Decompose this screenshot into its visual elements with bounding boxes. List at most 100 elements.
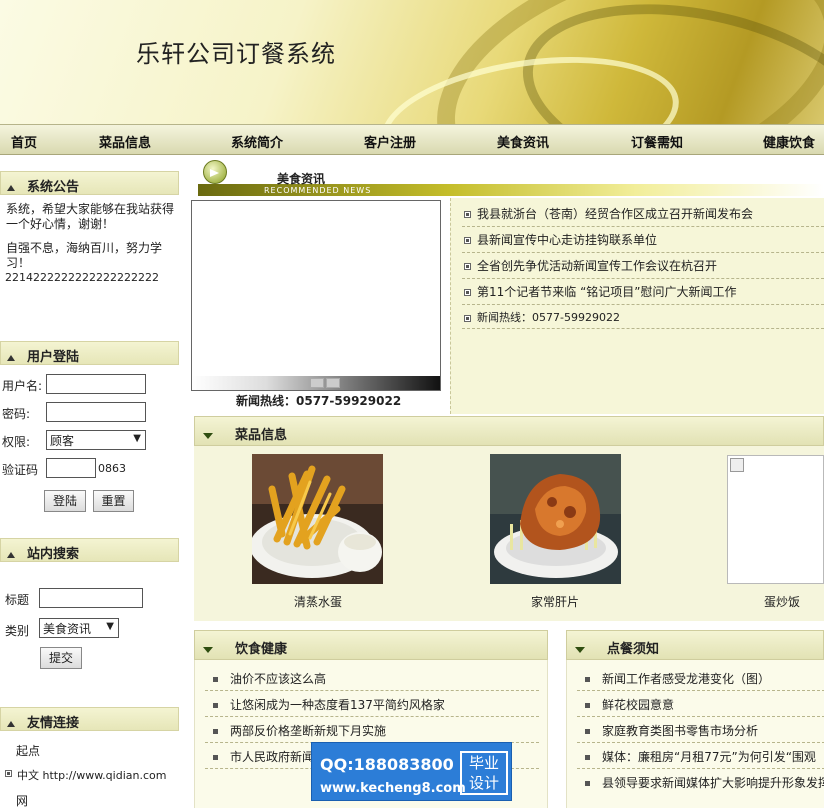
news-slideshow[interactable] bbox=[191, 200, 441, 391]
username-input[interactable] bbox=[46, 374, 146, 394]
health-item[interactable]: 两部反价格垄断新规下月实施 bbox=[213, 722, 386, 739]
search-title: 站内搜索 bbox=[27, 547, 80, 562]
bullet-icon bbox=[213, 729, 218, 734]
divider bbox=[462, 226, 824, 227]
order-notice-item[interactable]: 新闻工作者感受龙港变化（图） bbox=[585, 670, 770, 687]
captcha-input[interactable] bbox=[46, 458, 96, 478]
notice-header: 系统公告 bbox=[0, 171, 179, 195]
site-title: 乐轩公司订餐系统 bbox=[136, 40, 336, 68]
bullet-icon bbox=[213, 703, 218, 708]
order-notice-item[interactable]: 鲜花校园意意 bbox=[585, 696, 674, 713]
bullet-icon bbox=[585, 729, 590, 734]
divider bbox=[577, 690, 824, 691]
health-item[interactable]: 让悠闲成为一种态度看137平简约风格家 bbox=[213, 696, 445, 713]
news-item[interactable]: 新闻热线：0577-59929022 bbox=[464, 309, 620, 325]
login-button[interactable]: 登陆 bbox=[44, 490, 86, 512]
watermark-site: www.kecheng8.com bbox=[320, 781, 466, 796]
bullet-icon bbox=[585, 755, 590, 760]
bullet-icon bbox=[464, 211, 471, 218]
nav-home[interactable]: 首页 bbox=[11, 132, 37, 151]
search-category-value: 美食资讯 bbox=[43, 622, 92, 636]
nav-about[interactable]: 系统简介 bbox=[231, 132, 283, 151]
divider bbox=[205, 716, 539, 717]
order-notice-title: 点餐须知 bbox=[607, 642, 660, 657]
dish-image[interactable] bbox=[252, 454, 383, 584]
header-banner: 乐轩公司订餐系统 bbox=[0, 0, 824, 124]
username-label: 用户名: bbox=[2, 379, 43, 393]
notice-title: 系统公告 bbox=[27, 180, 80, 195]
order-notice-item[interactable]: 家庭教育类图书零售市场分析 bbox=[585, 722, 758, 739]
divider bbox=[577, 716, 824, 717]
health-header: 饮食健康 bbox=[194, 630, 548, 660]
nav-register[interactable]: 客户注册 bbox=[364, 132, 416, 151]
news-item[interactable]: 全省创先争优活动新闻宣传工作会议在杭召开 bbox=[464, 257, 717, 274]
nav-food-news[interactable]: 美食资讯 bbox=[497, 132, 549, 151]
links-title: 友情连接 bbox=[27, 716, 80, 731]
dishes-header: 菜品信息 bbox=[194, 416, 824, 446]
divider bbox=[577, 768, 824, 769]
triangle-up-icon bbox=[7, 720, 15, 727]
play-arrow-icon bbox=[203, 160, 227, 184]
divider bbox=[462, 252, 824, 253]
bullet-icon bbox=[464, 263, 471, 270]
news-hotline: 新闻热线：0577-59929022 bbox=[236, 394, 402, 408]
link-item[interactable]: 中文 http://www.qidian.com bbox=[17, 767, 166, 783]
search-submit-button[interactable]: 提交 bbox=[40, 647, 82, 669]
divider bbox=[462, 328, 824, 329]
dropdown-arrow-icon: ▼ bbox=[106, 621, 114, 632]
dish-name[interactable]: 清蒸水蛋 bbox=[248, 593, 388, 610]
health-item[interactable]: 油价不应该这么高 bbox=[213, 670, 326, 687]
watermark-tag: 毕业 设计 bbox=[460, 751, 508, 795]
triangle-up-icon bbox=[7, 354, 15, 361]
news-item[interactable]: 县新闻宣传中心走访挂钩联系单位 bbox=[464, 231, 657, 248]
slide-dot[interactable] bbox=[310, 378, 324, 388]
bullet-icon bbox=[464, 314, 471, 322]
slide-dot[interactable] bbox=[326, 378, 340, 388]
role-select-value: 顾客 bbox=[50, 434, 75, 448]
watermark-qq: QQ:188083800 bbox=[320, 755, 454, 774]
role-label: 权限: bbox=[2, 435, 31, 449]
news-section-subtitle: RECOMMENDED NEWS bbox=[264, 186, 372, 195]
search-title-input[interactable] bbox=[39, 588, 143, 608]
health-title: 饮食健康 bbox=[235, 642, 288, 657]
news-item[interactable]: 第11个记者节来临 “铭记项目”慰问广大新闻工作 bbox=[464, 283, 737, 300]
password-input[interactable] bbox=[46, 402, 146, 422]
bullet-icon bbox=[585, 703, 590, 708]
divider bbox=[462, 278, 824, 279]
links-header: 友情连接 bbox=[0, 707, 179, 731]
slideshow-control-strip bbox=[192, 376, 440, 390]
link-item[interactable]: 网 bbox=[16, 792, 28, 809]
news-section-title: 美食资讯 bbox=[277, 172, 326, 186]
bullet-icon bbox=[585, 677, 590, 682]
bullet-icon bbox=[213, 677, 218, 682]
watermark-badge: QQ:188083800 www.kecheng8.com 毕业 设计 bbox=[311, 742, 512, 801]
triangle-down-icon bbox=[203, 432, 213, 439]
triangle-down-icon bbox=[575, 646, 585, 653]
nav-healthy-diet[interactable]: 健康饮食 bbox=[763, 132, 815, 151]
search-title-label: 标题 bbox=[5, 593, 30, 607]
order-notice-header: 点餐须知 bbox=[566, 630, 824, 660]
order-notice-item[interactable]: 媒体：廉租房“月租77元”为何引发“围观 bbox=[585, 748, 816, 765]
dropdown-arrow-icon: ▼ bbox=[133, 433, 141, 444]
link-item[interactable]: 起点 bbox=[16, 742, 40, 759]
dish-image[interactable] bbox=[490, 454, 621, 584]
health-item[interactable]: 市人民政府新闻 bbox=[213, 748, 314, 765]
login-header: 用户登陆 bbox=[0, 341, 179, 365]
broken-image-icon bbox=[730, 458, 744, 472]
bullet-icon bbox=[5, 770, 12, 777]
dish-image-placeholder[interactable] bbox=[727, 455, 824, 584]
nav-order-notice[interactable]: 订餐需知 bbox=[631, 132, 683, 151]
order-notice-item[interactable]: 县领导要求新闻媒体扩大影响提升形象发挥 bbox=[585, 774, 824, 791]
search-category-select[interactable]: 美食资讯 ▼ bbox=[39, 618, 119, 638]
dish-name[interactable]: 家常肝片 bbox=[485, 593, 625, 610]
captcha-code: 0863 bbox=[98, 462, 126, 475]
dish-name[interactable]: 蛋炒饭 bbox=[722, 593, 824, 610]
bullet-icon bbox=[464, 289, 471, 296]
news-item[interactable]: 我县就浙台（苍南）经贸合作区成立召开新闻发布会 bbox=[464, 205, 753, 222]
bullet-icon bbox=[464, 237, 471, 244]
role-select[interactable]: 顾客 ▼ bbox=[46, 430, 146, 450]
reset-button[interactable]: 重置 bbox=[93, 490, 134, 512]
nav-dishes[interactable]: 菜品信息 bbox=[99, 132, 151, 151]
main-nav: 首页 菜品信息 系统简介 客户注册 美食资讯 订餐需知 健康饮食 bbox=[0, 124, 824, 155]
captcha-label: 验证码 bbox=[2, 463, 39, 477]
